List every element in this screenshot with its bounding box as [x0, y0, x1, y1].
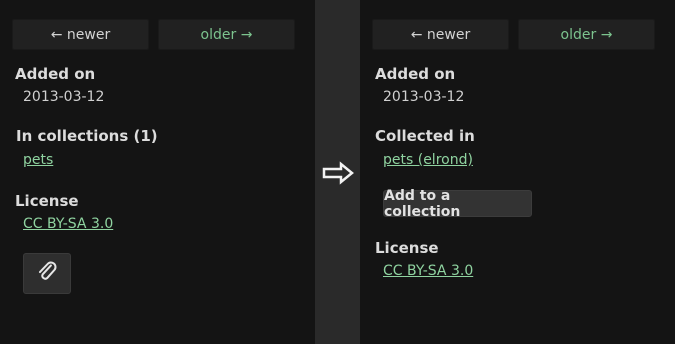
right-arrow-icon [322, 160, 354, 190]
license-heading: License [15, 192, 79, 210]
added-on-heading: Added on [15, 65, 96, 83]
added-on-date: 2013-03-12 [383, 89, 465, 105]
collection-link[interactable]: pets [23, 152, 53, 168]
collected-in-heading: Collected in [375, 127, 475, 145]
add-to-collection-button[interactable]: Add to a collection [383, 188, 532, 220]
right-panel: ← newer older → Added on 2013-03-12 Coll… [360, 0, 675, 344]
newer-button[interactable]: ← newer [12, 19, 149, 50]
license-link[interactable]: CC BY-SA 3.0 [23, 216, 113, 232]
attach-button[interactable] [23, 253, 71, 294]
paperclip-icon [37, 260, 57, 288]
collection-link[interactable]: pets (elrond) [383, 152, 473, 168]
newer-button[interactable]: ← newer [372, 19, 509, 50]
license-link[interactable]: CC BY-SA 3.0 [383, 263, 473, 279]
left-panel: ← newer older → Added on 2013-03-12 In c… [0, 0, 315, 344]
older-button[interactable]: older → [158, 19, 295, 50]
older-button[interactable]: older → [518, 19, 655, 50]
license-heading: License [375, 239, 439, 257]
added-on-heading: Added on [375, 65, 456, 83]
collections-heading: In collections (1) [16, 127, 158, 145]
added-on-date: 2013-03-12 [23, 89, 105, 105]
